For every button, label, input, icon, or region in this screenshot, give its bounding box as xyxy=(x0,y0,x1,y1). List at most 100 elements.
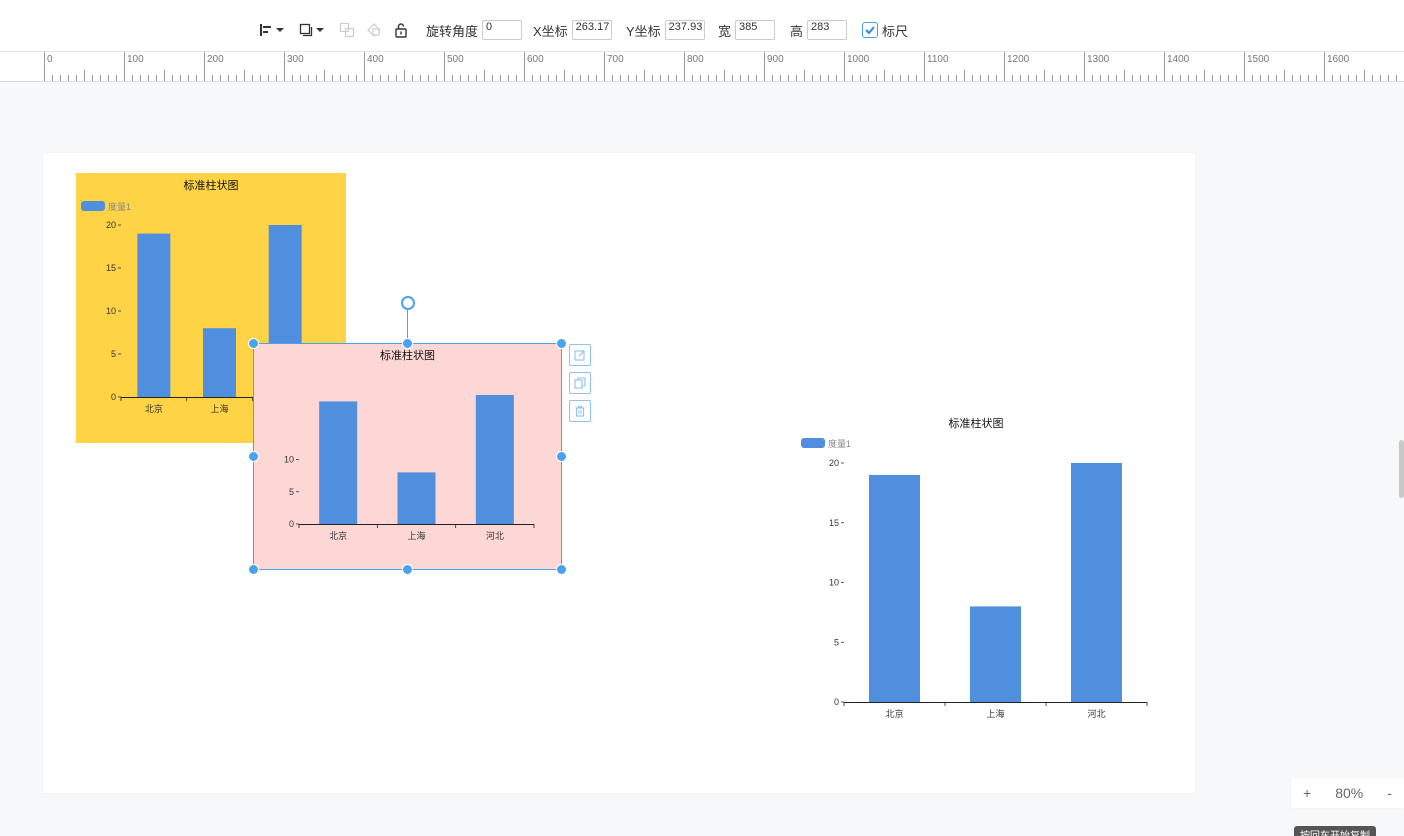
ruler-tick-label: 1200 xyxy=(1007,54,1030,65)
legend-label: 度量1 xyxy=(108,201,131,212)
trash-icon xyxy=(575,405,585,417)
y-tick-label: 5 xyxy=(111,349,116,359)
y-tick-label: 10 xyxy=(829,578,839,588)
delete-button[interactable] xyxy=(569,400,591,422)
edit-button[interactable] xyxy=(569,344,591,366)
resize-handle-ne[interactable] xyxy=(556,338,567,349)
height-label: 高 xyxy=(790,23,804,39)
ruler-tick-label: 1400 xyxy=(1167,54,1190,65)
unlock-icon[interactable] xyxy=(391,20,411,40)
width-label: 宽 xyxy=(718,23,732,39)
ruler-tick-label: 1300 xyxy=(1087,54,1110,65)
toolbar: 旋转角度 0 X坐标 263.17 Y坐标 237.93 宽 385 高 283… xyxy=(0,0,1404,52)
zoom-control: + 80% - xyxy=(1291,778,1404,808)
vertical-scrollbar[interactable] xyxy=(1399,440,1404,498)
zoom-level: 80% xyxy=(1335,785,1364,801)
tooltip: 按回车开始复制 xyxy=(1294,826,1376,836)
ruler-tick-label: 1000 xyxy=(847,54,870,65)
ruler-tick-label: 300 xyxy=(287,54,304,65)
rotate-handle[interactable] xyxy=(401,296,415,310)
ruler-label: 标尺 xyxy=(882,23,909,39)
ruler-toggle[interactable]: 标尺 xyxy=(862,19,908,41)
height-input[interactable]: 283 xyxy=(807,20,848,40)
ruler-tick-label: 100 xyxy=(127,54,144,65)
resize-handle-se[interactable] xyxy=(556,564,567,575)
y-tick-label: 0 xyxy=(834,697,839,707)
y-tick-label: 0 xyxy=(289,519,294,529)
x-tick-label: 河北 xyxy=(1087,708,1105,719)
edit-icon xyxy=(574,350,585,361)
bar xyxy=(397,472,436,524)
resize-handle-e[interactable] xyxy=(556,451,567,462)
bar xyxy=(869,474,920,702)
chart-pink[interactable]: 标准柱状图 0 5 10 北京 上海 河北 xyxy=(253,343,562,570)
copy-icon xyxy=(574,377,586,389)
x-tick-label: 北京 xyxy=(329,530,347,541)
ruler-tick-label: 200 xyxy=(207,54,224,65)
align-icon[interactable] xyxy=(256,20,276,40)
bar xyxy=(203,328,236,397)
x-label: X坐标 xyxy=(533,23,568,39)
bar-chart-pink: 标准柱状图 0 5 10 北京 上海 河北 xyxy=(253,343,562,570)
y-tick-label: 20 xyxy=(106,220,116,230)
bar-chart-white: 标准柱状图度量1 0 5 10 15 20 北京 上海 河北 xyxy=(796,410,1156,725)
zoom-in-button[interactable]: + xyxy=(1303,785,1311,801)
legend-swatch xyxy=(81,201,105,211)
chart-title: 标准柱状图 xyxy=(184,178,239,192)
ungroup-icon[interactable] xyxy=(364,20,384,40)
ruler: 0 100 200 300 400 500 600 700 800 900 1000 1100 1200… xyxy=(0,52,1404,82)
bar xyxy=(319,401,358,524)
x-tick-label: 河北 xyxy=(486,530,504,541)
bar xyxy=(137,233,171,397)
y-tick-label: 5 xyxy=(834,637,839,647)
bar xyxy=(970,606,1021,702)
chart-title: 标准柱状图 xyxy=(380,348,435,362)
ruler-tick-label: 800 xyxy=(687,54,704,65)
y-tick-label: 15 xyxy=(829,518,839,528)
y-tick-label: 10 xyxy=(106,306,116,316)
resize-handle-n[interactable] xyxy=(402,338,413,349)
bar xyxy=(475,395,514,524)
group-icon[interactable] xyxy=(337,20,357,40)
copy-button[interactable] xyxy=(569,372,591,394)
y-tick-label: 10 xyxy=(284,455,294,465)
chart-title: 标准柱状图 xyxy=(949,416,1004,430)
check-icon xyxy=(865,26,875,35)
chart-white[interactable]: 标准柱状图 度量1 0 5 10 15 20 北京 上海 河北 xyxy=(796,410,1156,725)
legend-swatch xyxy=(801,438,825,448)
y-tick-label: 5 xyxy=(289,487,294,497)
bar xyxy=(1071,463,1122,702)
y-tick-label: 0 xyxy=(111,392,116,402)
height-control: 高 283 xyxy=(790,19,848,41)
rotation-label: 旋转角度 xyxy=(426,23,479,39)
ruler-checkbox[interactable] xyxy=(862,22,878,38)
y-tick-label: 15 xyxy=(106,263,116,273)
ruler-tick-label: 1100 xyxy=(927,54,949,65)
ruler-tick-label: 500 xyxy=(447,54,464,65)
x-input[interactable]: 263.17 xyxy=(571,20,612,40)
ruler-tick-label: 1600 xyxy=(1327,54,1350,65)
resize-handle-sw[interactable] xyxy=(248,564,259,575)
resize-handle-nw[interactable] xyxy=(248,338,259,349)
layer-icon[interactable] xyxy=(296,20,316,40)
y-input[interactable]: 237.93 xyxy=(664,20,705,40)
ruler-tick-label: 600 xyxy=(527,54,544,65)
resize-handle-s[interactable] xyxy=(402,564,413,575)
rotation-input[interactable]: 0 xyxy=(482,20,523,40)
ruler-tick-label: 400 xyxy=(367,54,384,65)
x-tick-label: 上海 xyxy=(407,530,425,541)
width-control: 宽 385 xyxy=(718,19,776,41)
y-control: Y坐标 237.93 xyxy=(626,19,705,41)
x-tick-label: 上海 xyxy=(986,708,1004,719)
layer-dropdown-icon[interactable] xyxy=(314,20,326,40)
align-dropdown-icon[interactable] xyxy=(274,20,286,40)
ruler-tick-label: 0 xyxy=(47,54,53,65)
x-tick-label: 北京 xyxy=(885,708,903,719)
ruler-tick-label: 900 xyxy=(767,54,784,65)
resize-handle-w[interactable] xyxy=(248,451,259,462)
ruler-scale: 0 100 200 300 400 500 600 700 800 900 1000 1100 1200… xyxy=(44,52,1397,81)
width-input[interactable]: 385 xyxy=(735,20,776,40)
y-tick-label: 20 xyxy=(829,458,839,468)
zoom-out-button[interactable]: - xyxy=(1387,785,1392,801)
ruler-tick-label: 1500 xyxy=(1247,54,1270,65)
